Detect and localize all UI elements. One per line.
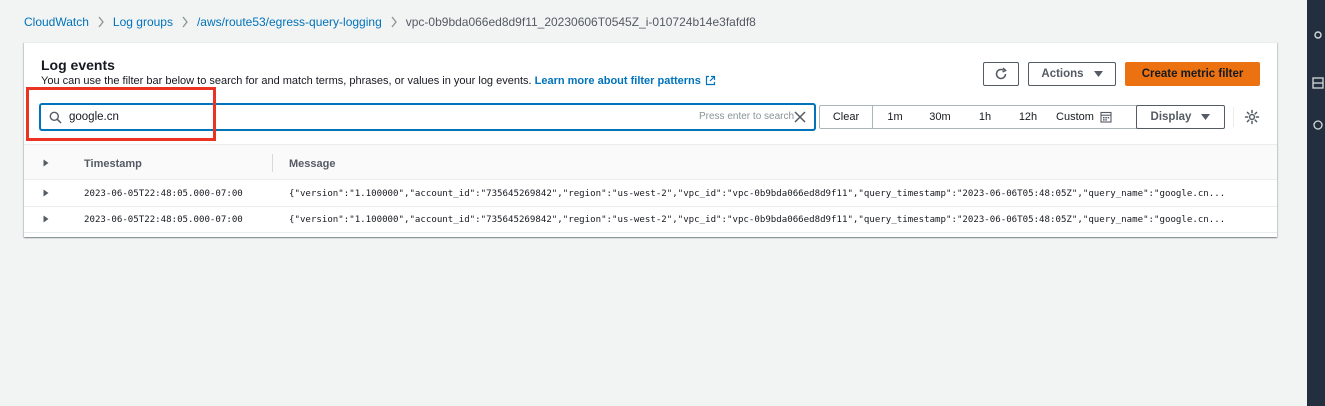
row-timestamp: 2023-06-05T22:48:05.000-07:00 [84,215,243,225]
gear-icon[interactable] [1311,28,1325,42]
log-events-panel: Log events You can use the filter bar be… [24,42,1277,237]
learn-more-link[interactable]: Learn more about filter patterns [535,75,716,87]
range-30m[interactable]: 30m [917,106,963,128]
panel-description: You can use the filter bar below to sear… [41,75,716,87]
description-text: You can use the filter bar below to sear… [41,75,532,87]
breadcrumb-log-groups[interactable]: Log groups [113,15,173,29]
actions-label: Actions [1041,68,1084,80]
chevron-right-icon [173,16,197,28]
range-1h[interactable]: 1h [963,106,1007,128]
side-toolbar [1307,0,1325,406]
search-input[interactable] [69,108,669,126]
actions-button[interactable]: Actions [1028,62,1116,86]
column-header-timestamp[interactable]: Timestamp [84,158,142,170]
clear-range-button[interactable]: Clear [820,106,872,128]
time-range-selector: Clear 1m 30m 1h 12h Custom [819,105,1147,129]
chevron-right-icon [382,16,406,28]
caret-down-icon [1093,71,1103,77]
layout-icon[interactable] [1311,76,1325,90]
display-label: Display [1150,111,1192,123]
close-icon[interactable] [793,110,807,124]
row-timestamp: 2023-06-05T22:48:05.000-07:00 [84,189,243,199]
row-message: {"version":"1.100000","account_id":"7356… [289,215,1226,225]
calendar-icon [1100,111,1112,123]
panel-title: Log events [41,57,115,73]
table-row[interactable]: 2023-06-05T22:48:05.000-07:00 {"version"… [24,207,1277,233]
refresh-button[interactable] [983,62,1019,86]
external-link-icon [705,75,716,86]
display-button[interactable]: Display [1136,105,1225,129]
chevron-right-icon [89,16,113,28]
column-header-message[interactable]: Message [289,158,335,170]
custom-label: Custom [1056,111,1094,123]
learn-more-label: Learn more about filter patterns [534,75,701,87]
caret-right-icon[interactable] [42,159,50,167]
table-row[interactable]: 2023-06-05T22:48:05.000-07:00 {"version"… [24,181,1277,207]
range-12h[interactable]: 12h [1007,106,1049,128]
filter-search-field[interactable]: Press enter to search [40,104,815,130]
range-custom[interactable]: Custom [1049,106,1119,128]
breadcrumb-log-stream: vpc-0b9bda066ed8d9f11_20230606T0545Z_i-0… [405,15,756,29]
create-metric-filter-button[interactable]: Create metric filter [1125,62,1260,86]
range-1m[interactable]: 1m [873,106,917,128]
caret-down-icon [1201,114,1211,120]
breadcrumb: CloudWatch Log groups /aws/route53/egres… [24,14,756,30]
gear-icon[interactable] [1244,109,1260,125]
table-header: Timestamp Message [24,144,1277,180]
info-icon[interactable] [1311,118,1325,132]
column-divider [272,154,273,172]
breadcrumb-log-group[interactable]: /aws/route53/egress-query-logging [197,15,382,29]
search-icon [49,111,62,124]
breadcrumb-cloudwatch[interactable]: CloudWatch [24,15,89,29]
refresh-icon [995,67,1007,80]
caret-right-icon[interactable] [42,189,50,197]
row-message: {"version":"1.100000","account_id":"7356… [289,189,1226,199]
search-hint: Press enter to search [699,111,795,122]
caret-right-icon[interactable] [42,215,50,223]
divider [1233,107,1234,127]
